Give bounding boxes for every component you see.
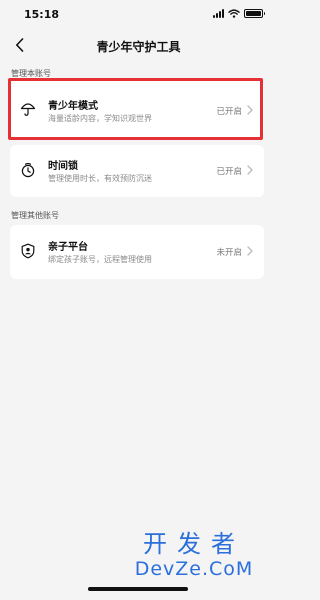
watermark-line-1: 开发者: [143, 530, 245, 558]
row-description: 海量适龄内容，学知识观世界: [48, 114, 152, 123]
watermark: 开发者 DevZe.CoM: [119, 530, 269, 580]
time-lock-row[interactable]: 时间锁 管理使用时长，有效预防沉迷 已开启: [10, 145, 264, 197]
chevron-right-icon: [247, 165, 253, 175]
chevron-right-icon: [247, 105, 253, 115]
status-text: 已开启: [216, 167, 242, 177]
home-indicator: [88, 587, 188, 591]
chevron-right-icon: [247, 246, 253, 256]
row-title: 时间锁: [48, 161, 78, 172]
status-bar: 15:18: [0, 0, 277, 30]
status-time: 15:18: [24, 8, 60, 21]
battery-icon: [244, 9, 265, 18]
youth-mode-row[interactable]: 青少年模式 海量适龄内容，学知识观世界 已开启: [10, 80, 264, 138]
parent-platform-row[interactable]: 亲子平台 绑定孩子账号，远程管理使用 未开启: [10, 225, 264, 279]
status-icons: [213, 9, 265, 18]
umbrella-icon: [20, 101, 36, 117]
section-header-own-account: 管理本账号: [11, 69, 51, 78]
page-title: 青少年守护工具: [96, 40, 181, 54]
section-header-other-accounts: 管理其他账号: [11, 211, 59, 220]
watermark-line-2: DevZe.CoM: [134, 558, 254, 580]
nav-bar: 青少年守护工具: [0, 30, 277, 62]
status-text: 未开启: [216, 248, 242, 258]
row-title: 青少年模式: [48, 101, 98, 112]
timer-lock-icon: [20, 162, 36, 178]
row-title: 亲子平台: [48, 242, 88, 253]
row-description: 绑定孩子账号，远程管理使用: [48, 255, 152, 264]
shield-person-icon: [20, 243, 36, 259]
wifi-icon: [228, 9, 240, 18]
row-description: 管理使用时长，有效预防沉迷: [48, 174, 152, 183]
cellular-signal-icon: [213, 9, 224, 18]
status-text: 已开启: [216, 107, 242, 117]
